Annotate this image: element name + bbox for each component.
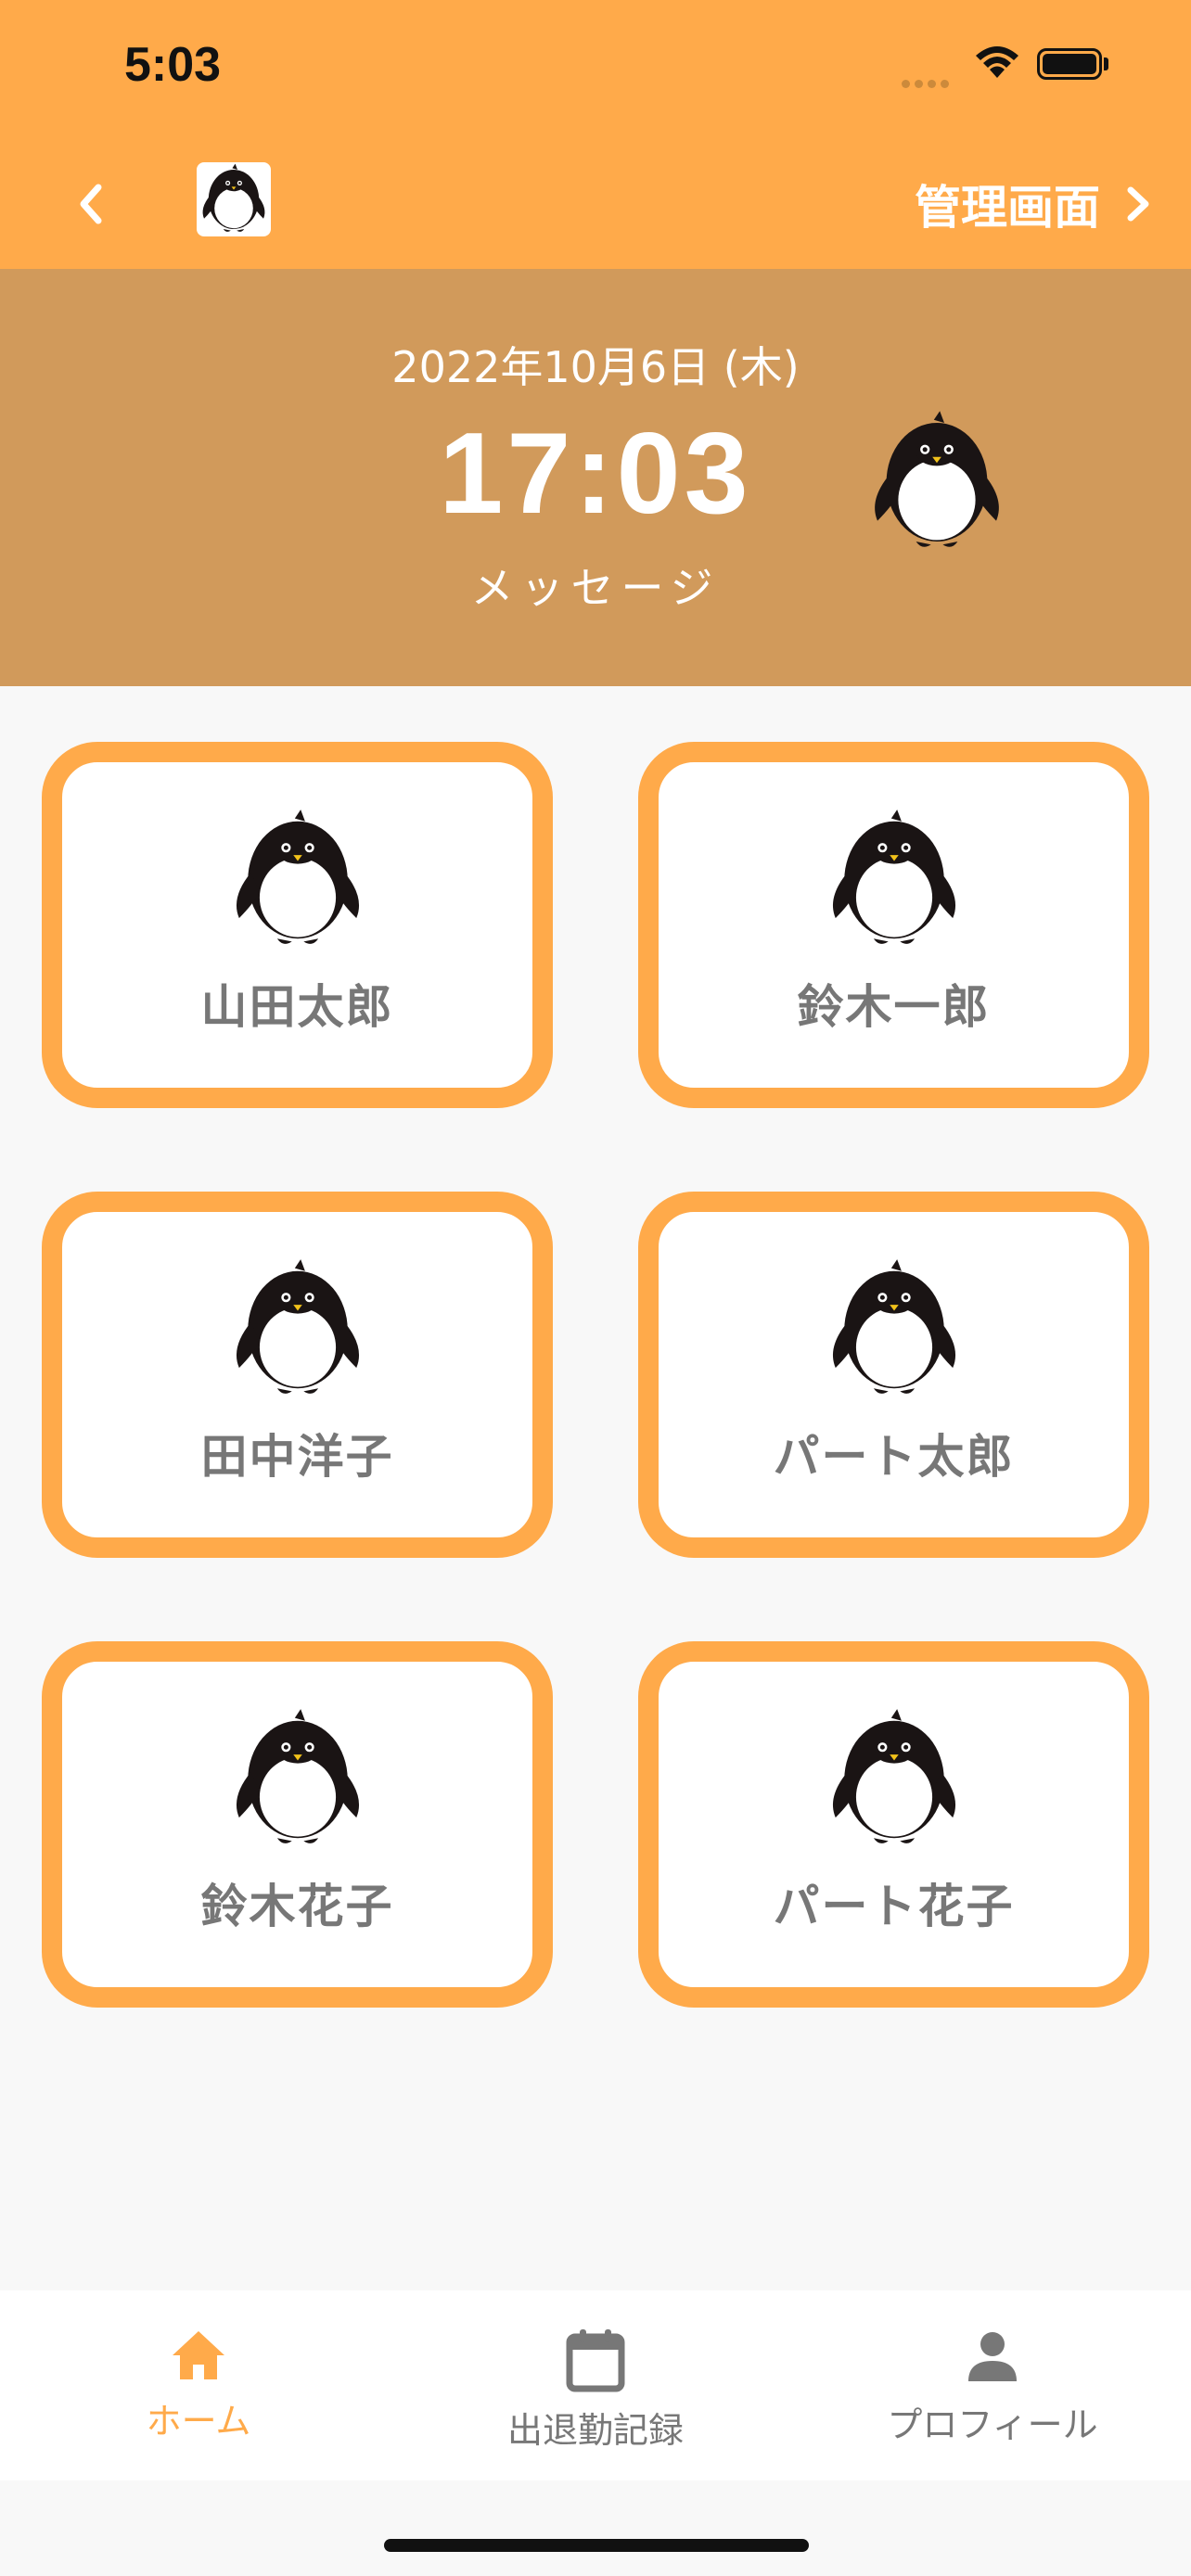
penguin-avatar-icon [821,1706,967,1853]
penguin-avatar-icon [821,807,967,953]
home-indicator[interactable] [384,2539,809,2552]
employee-card[interactable]: 山田太郎 [42,742,553,1108]
tab-attendance-label: 出退勤記録 [506,2410,684,2451]
penguin-avatar-icon [224,1256,371,1403]
person-icon [968,2332,1017,2381]
penguin-logo-icon [197,162,271,236]
admin-screen-button[interactable]: 管理画面 [915,167,1154,241]
employee-card[interactable]: 鈴木花子 [42,1641,553,2008]
current-date: 2022年10月6日 (木) [391,342,800,392]
tab-profile-label: プロフィール [887,2404,1098,2445]
back-button[interactable] [65,176,121,232]
employee-card[interactable]: 田中洋子 [42,1192,553,1558]
employee-card[interactable]: パート太郎 [638,1192,1149,1558]
message-text: メッセージ [470,563,721,613]
penguin-mascot-icon [863,408,1011,556]
tab-home-label: ホーム [146,2401,251,2442]
employee-name: 田中洋子 [200,1430,394,1484]
penguin-avatar-icon [821,1256,967,1403]
employee-card[interactable]: 鈴木一郎 [638,742,1149,1108]
battery-cap [1104,57,1108,70]
clock-header: 2022年10月6日 (木) 17:03 メッセージ [0,269,1191,686]
admin-screen-label: 管理画面 [915,181,1100,235]
employee-card[interactable]: パート花子 [638,1641,1149,2008]
employee-name: パート花子 [773,1880,1015,1933]
battery-icon [1037,48,1102,80]
status-time: 5:03 [124,38,222,92]
employee-name: 鈴木花子 [200,1880,394,1933]
tab-bar: ホーム 出退勤記録 プロフィール [0,2290,1191,2480]
employee-name: 山田太郎 [200,980,394,1034]
employee-name: パート太郎 [773,1430,1015,1484]
current-time: 17:03 [439,410,752,538]
wifi-icon [976,46,1018,78]
employee-name: 鈴木一郎 [797,980,991,1034]
status-bar: 5:03 [0,0,1191,139]
penguin-avatar-icon [224,807,371,953]
calendar-icon [566,2329,625,2392]
chevron-left-icon [80,184,102,224]
cellular-signal-icon [902,74,954,92]
tab-home[interactable]: ホーム [0,2290,397,2480]
penguin-avatar-icon [224,1706,371,1853]
home-icon [173,2331,224,2379]
tab-profile[interactable]: プロフィール [794,2290,1191,2480]
chevron-right-icon [1127,186,1149,222]
app-logo [197,162,271,236]
tab-attendance-records[interactable]: 出退勤記録 [397,2290,794,2480]
navigation-bar: 管理画面 [0,139,1191,269]
